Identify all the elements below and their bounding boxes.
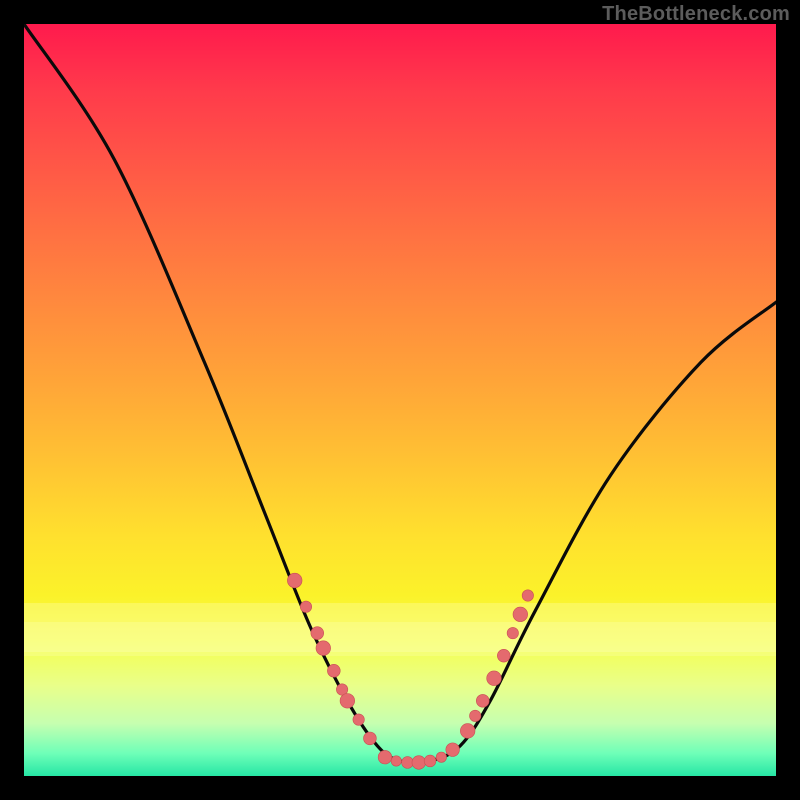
- curve-marker: [378, 750, 392, 764]
- curve-marker: [287, 573, 302, 588]
- curve-marker: [507, 627, 518, 638]
- markers-right: [460, 590, 533, 738]
- curve-marker: [327, 664, 340, 677]
- plot-area: [24, 24, 776, 776]
- curve-marker: [353, 714, 364, 725]
- curve-marker: [487, 671, 502, 686]
- chart-frame: TheBottleneck.com: [0, 0, 800, 800]
- curve-marker: [470, 710, 481, 721]
- curve-marker: [311, 627, 324, 640]
- curve-marker: [391, 756, 401, 766]
- curve-marker: [436, 752, 446, 762]
- curve-marker: [340, 694, 355, 709]
- curve-marker: [497, 649, 510, 662]
- curve-marker: [476, 694, 489, 707]
- curve-marker: [424, 755, 436, 767]
- curve-marker: [446, 743, 460, 757]
- curve-marker: [513, 607, 528, 622]
- curve-path: [24, 24, 776, 763]
- curve-marker: [300, 601, 311, 612]
- watermark-text: TheBottleneck.com: [602, 3, 790, 26]
- curve-marker: [460, 724, 475, 739]
- curve-marker: [412, 756, 426, 770]
- curve-marker: [316, 641, 331, 656]
- curve-marker: [402, 757, 414, 769]
- bottleneck-curve: [24, 24, 776, 776]
- curve-marker: [522, 590, 533, 601]
- markers-left: [287, 573, 376, 745]
- curve-marker: [364, 732, 377, 745]
